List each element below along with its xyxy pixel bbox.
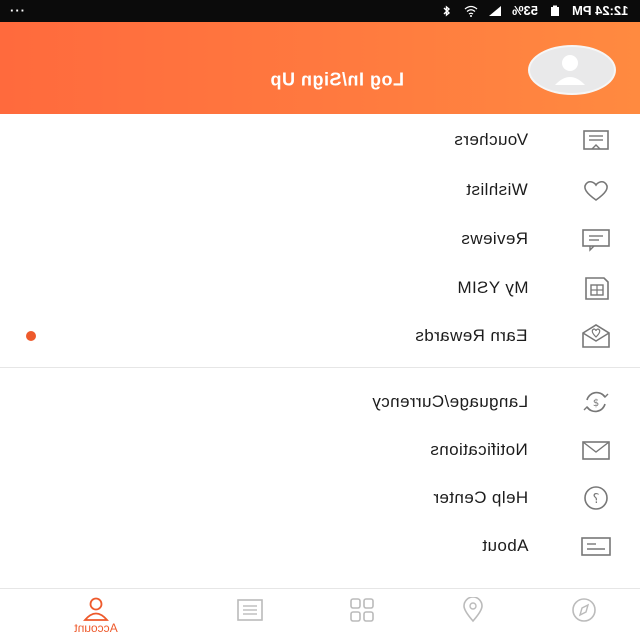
tab-explore[interactable] bbox=[536, 589, 632, 640]
wifi-icon bbox=[464, 5, 478, 17]
menu-item-earn-rewards[interactable]: Earn Rewards bbox=[0, 312, 640, 360]
status-bar: ··· 53% 12:24 PM bbox=[0, 0, 640, 22]
menu-item-label: Language/Currency bbox=[371, 392, 528, 411]
sim-card-icon bbox=[585, 277, 609, 300]
menu-item-label: Vouchers bbox=[453, 130, 528, 149]
location-icon bbox=[463, 597, 483, 623]
menu-item-wishlist[interactable]: Wishlist bbox=[0, 166, 640, 214]
menu-item-help-center[interactable]: Help Center ? bbox=[0, 474, 640, 522]
envelope-icon bbox=[582, 441, 610, 460]
bluetooth-icon bbox=[443, 5, 450, 16]
account-header: Log In/Sign Up bbox=[0, 22, 640, 114]
voucher-icon bbox=[583, 130, 609, 150]
more-dots: ··· bbox=[10, 3, 26, 18]
status-bar-left: ··· bbox=[10, 3, 26, 18]
compass-icon bbox=[572, 598, 596, 622]
menu-item-notifications[interactable]: Notifications bbox=[0, 426, 640, 474]
info-card-icon bbox=[581, 537, 611, 556]
chat-icon bbox=[582, 229, 610, 252]
section-divider bbox=[0, 367, 640, 368]
battery-icon bbox=[550, 5, 559, 16]
menu-item-label: Earn Rewards bbox=[415, 326, 528, 345]
tab-location[interactable] bbox=[425, 589, 521, 640]
tab-categories[interactable] bbox=[314, 589, 410, 640]
gift-mail-icon bbox=[582, 324, 610, 348]
menu-item-label: Wishlist bbox=[466, 180, 528, 199]
menu-item-label: My YSIM bbox=[456, 278, 528, 297]
person-placeholder-icon bbox=[555, 55, 585, 85]
menu-item-label: Help Center bbox=[432, 488, 528, 507]
login-signup-link[interactable]: Log In/Sign Up bbox=[270, 70, 404, 91]
grid-icon bbox=[350, 598, 374, 622]
heart-icon bbox=[584, 180, 608, 201]
battery-percent: 53% bbox=[511, 3, 538, 18]
tab-list[interactable] bbox=[202, 589, 298, 640]
menu-item-reviews[interactable]: Reviews bbox=[0, 215, 640, 263]
help-icon: ? bbox=[584, 486, 608, 510]
person-icon bbox=[83, 597, 109, 621]
tab-account[interactable]: Account bbox=[48, 589, 144, 640]
signal-icon bbox=[488, 5, 501, 16]
status-bar-right: 53% 12:24 PM bbox=[440, 3, 628, 18]
menu-item-my-ysim[interactable]: My YSIM bbox=[0, 264, 640, 312]
menu-item-label: Notifications bbox=[430, 440, 528, 459]
svg-text:?: ? bbox=[593, 492, 600, 507]
svg-text:$: $ bbox=[593, 398, 599, 409]
notification-badge bbox=[26, 331, 36, 341]
avatar[interactable] bbox=[528, 45, 616, 95]
menu-item-language-currency[interactable]: Language/Currency $ bbox=[0, 378, 640, 426]
currency-exchange-icon: $ bbox=[583, 391, 609, 413]
menu-item-vouchers[interactable]: Vouchers bbox=[0, 116, 640, 164]
menu-item-label: Reviews bbox=[460, 229, 528, 248]
tab-account-label: Account bbox=[74, 621, 118, 635]
bottom-nav: Account bbox=[0, 589, 640, 640]
status-time: 12:24 PM bbox=[571, 3, 628, 18]
menu-item-about[interactable]: About bbox=[0, 522, 640, 570]
list-icon bbox=[237, 599, 263, 621]
menu-item-label: About bbox=[481, 536, 528, 555]
